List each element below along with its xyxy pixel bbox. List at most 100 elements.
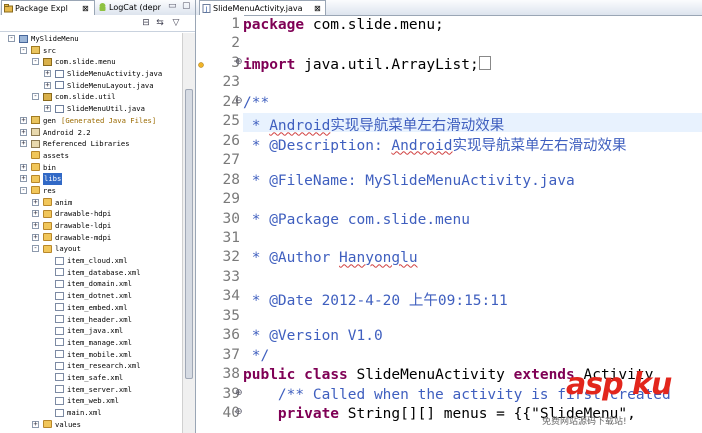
collapse-toggle-icon[interactable]: - [8,35,15,42]
tree-item[interactable]: + SlideMenuActivity.java [0,68,182,80]
tree-item[interactable]: - com.slide.menu [0,56,182,68]
tab-package-explorer[interactable]: Package Expl ⊠ [1,0,95,15]
fold-expand-icon[interactable]: ⊕ [235,57,243,67]
tree-item[interactable]: - layout [0,243,182,255]
xmlfile-icon [55,385,64,394]
tab-logcat[interactable]: LogCat (depr [96,0,166,15]
tree-item[interactable]: item_server.xml [0,384,182,396]
expand-toggle-icon[interactable]: + [32,198,39,206]
tree-item[interactable]: item_research.xml [0,360,182,372]
tree-item[interactable]: assets [0,150,182,162]
tree-item[interactable]: + values [0,419,182,431]
fold-collapse-icon[interactable]: ⊖ [235,407,243,417]
expand-toggle-icon[interactable]: + [44,70,51,78]
expand-toggle-icon[interactable]: + [20,175,27,183]
tree-item-label: item_embed.xml [67,302,128,312]
tree-item[interactable]: item_domain.xml [0,278,182,290]
tree-item[interactable]: + libs [0,173,182,185]
watermark-subtitle: 免费网站源码下载站! [542,417,627,427]
tree-item-label: item_database.xml [67,267,141,277]
collapse-toggle-icon[interactable]: - [32,245,39,253]
expand-toggle-icon[interactable]: + [32,222,39,229]
expand-toggle-icon[interactable]: + [32,233,39,241]
tree-item[interactable]: + anim [0,197,182,209]
expand-toggle-icon[interactable]: + [32,420,39,428]
line-number: 31 [222,229,240,246]
tree-item-decoration: [Generated Java Files] [61,115,157,125]
link-editor-icon[interactable]: ⇆ [154,17,166,29]
tree-item-label: item_cloud.xml [67,256,128,266]
tree-item[interactable]: - MySlideMenu [0,33,182,45]
code-token: * [243,118,270,135]
tree-item[interactable]: + gen [Generated Java Files] [0,115,182,127]
tree-item-label: item_dotnet.xml [67,291,132,301]
tree-item[interactable]: main.xml [0,407,182,419]
tree-item[interactable]: + drawable-ldpi [0,220,182,232]
tree-scrollbar[interactable] [182,33,195,433]
tree-item[interactable]: + drawable-mdpi [0,232,182,244]
watermark-logo: asp ku 免费网站源码下载站! [536,365,696,427]
line-number: 25 [222,113,240,130]
tree-item[interactable]: item_safe.xml [0,372,182,384]
expand-toggle-icon[interactable]: + [44,81,51,89]
tree-item[interactable]: + Referenced Libraries [0,138,182,150]
tree-item[interactable]: item_header.xml [0,314,182,326]
tree-item[interactable]: item_mobile.xml [0,349,182,361]
folder-icon [43,233,52,242]
expand-toggle-icon[interactable]: + [20,116,27,124]
maximize-icon[interactable]: ▢ [182,1,191,11]
code-token: * @Package com.slide.menu [243,211,470,228]
javafile-icon [55,69,64,78]
tree-item[interactable]: - src [0,45,182,57]
tree-item-label: item_header.xml [67,314,132,324]
expand-toggle-icon[interactable]: + [32,210,39,218]
tree-item[interactable]: + drawable-hdpi [0,208,182,220]
collapse-toggle-icon[interactable]: - [20,186,27,194]
tree-item[interactable]: - com.slide.util [0,91,182,103]
tab-editor-file[interactable]: J SlideMenuActivity.java ⊠ [199,0,326,15]
tree-item[interactable]: item_web.xml [0,395,182,407]
watermark-brand: asp ku [566,367,672,402]
code-line: * @Package com.slide.menu [243,212,702,228]
tree-item-label: item_mobile.xml [67,349,132,359]
code-token: 09:15:11 [437,293,508,310]
collapse-toggle-icon[interactable]: - [32,58,39,66]
warning-marker-icon[interactable] [198,56,204,74]
xmlfile-icon [55,361,64,370]
close-icon[interactable]: ⊠ [314,1,321,16]
tree-item-label: assets [43,150,69,160]
tree-item[interactable]: item_database.xml [0,267,182,279]
tree-item[interactable]: + SlideMenuLayout.java [0,80,182,92]
view-menu-icon[interactable]: ▽ [170,17,182,29]
tree-item-label: gen [43,115,56,125]
tree-item[interactable]: + bin [0,162,182,174]
tree-item[interactable]: item_embed.xml [0,302,182,314]
collapse-toggle-icon[interactable]: - [32,93,39,101]
line-number: 32 [222,249,240,266]
collapse-all-icon[interactable]: ⊟ [140,17,152,29]
android-icon [99,3,106,11]
tree-item[interactable]: item_manage.xml [0,337,182,349]
tree-item[interactable]: + SlideMenuUtil.java [0,103,182,115]
tree-item[interactable]: - res [0,185,182,197]
tree-item[interactable]: + Android 2.2 [0,127,182,139]
fold-collapse-icon[interactable]: ⊖ [235,96,243,106]
xmlfile-icon [55,326,64,335]
scrollbar-thumb[interactable] [185,89,193,379]
expand-toggle-icon[interactable]: + [20,128,27,136]
minimize-icon[interactable]: ▭ [168,1,177,11]
expand-toggle-icon[interactable]: + [44,105,51,113]
folded-region-icon[interactable] [478,55,491,70]
package-icon [43,92,52,101]
tree-item[interactable]: item_cloud.xml [0,255,182,267]
tree-item[interactable]: item_java.xml [0,325,182,337]
collapse-toggle-icon[interactable]: - [20,46,27,54]
fold-expand-icon[interactable]: ⊕ [235,388,243,398]
expand-toggle-icon[interactable]: + [20,163,27,171]
tree-item-label: item_manage.xml [67,337,132,347]
close-icon[interactable]: ⊠ [82,1,89,16]
expand-toggle-icon[interactable]: + [20,140,27,148]
line-number: 33 [222,268,240,285]
tree-item[interactable]: item_dotnet.xml [0,290,182,302]
